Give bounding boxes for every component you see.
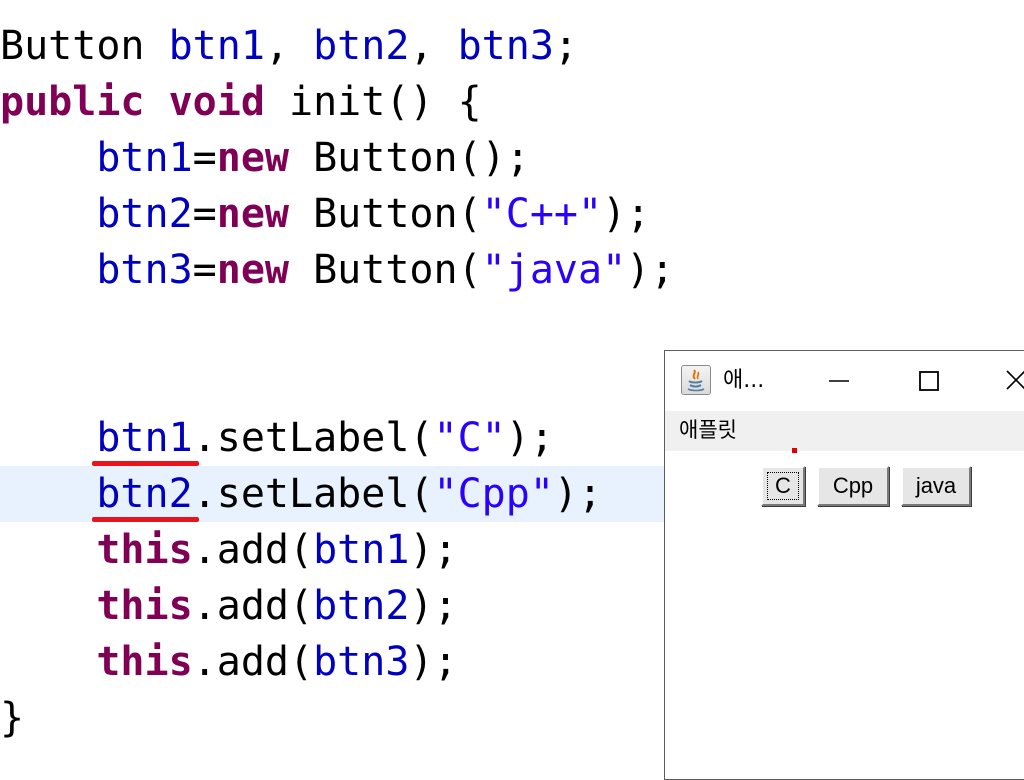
keyword-token: public <box>0 79 145 125</box>
field-token: btn1 <box>313 527 410 573</box>
title-bar[interactable]: 애... <box>665 351 1024 411</box>
code-line-3: btn1=new Button(); <box>0 130 1024 186</box>
string-token: "C" <box>433 415 506 461</box>
field-token: btn2 <box>313 23 410 69</box>
maximize-icon[interactable] <box>909 361 949 401</box>
button-cpp[interactable]: Cpp <box>817 466 889 506</box>
button-java[interactable]: java <box>901 466 971 506</box>
operator-token: = <box>192 247 217 293</box>
field-token: btn2 <box>313 583 410 629</box>
window-title: 애... <box>723 368 765 393</box>
keyword-token: new <box>216 135 289 181</box>
field-token: btn1 <box>96 135 193 181</box>
close-icon[interactable] <box>997 361 1024 401</box>
keyword-token: new <box>216 247 289 293</box>
type-token: Button <box>0 23 169 69</box>
keyword-token: new <box>216 191 289 237</box>
punctuation-token: ); <box>602 191 651 237</box>
keyword-token: this <box>96 527 193 573</box>
code-line-2: public void init() { <box>0 74 1024 130</box>
operator-token: = <box>192 191 217 237</box>
method-token: init() { <box>264 79 482 125</box>
method-call-token: .add( <box>192 639 314 685</box>
status-text: 애플릿 <box>679 418 737 442</box>
applet-viewer-window[interactable]: 애... 애플릿 C Cpp java <box>664 350 1024 780</box>
method-call-token: .add( <box>192 527 314 573</box>
punctuation-token: ); <box>505 415 554 461</box>
button-c[interactable]: C <box>761 466 805 506</box>
string-token: "Cpp" <box>433 471 554 517</box>
java-icon[interactable] <box>681 365 711 395</box>
code-line-4: btn2=new Button("C++"); <box>0 186 1024 242</box>
code-line-1: Button btn1, btn2, btn3; <box>0 18 1024 74</box>
field-token: btn3 <box>96 247 193 293</box>
field-token: btn2 <box>96 191 193 237</box>
focus-ring <box>767 472 799 500</box>
field-token: btn3 <box>457 23 554 69</box>
string-token: "C++" <box>481 191 603 237</box>
field-token: btn1 <box>168 23 265 69</box>
code-token: Button(); <box>289 135 530 181</box>
field-token: btn3 <box>313 639 410 685</box>
code-token: Button( <box>289 191 482 237</box>
minimize-icon[interactable] <box>819 361 859 401</box>
punctuation-token: , <box>264 23 314 69</box>
keyword-token: this <box>96 583 193 629</box>
method-call-token: .setLabel( <box>192 471 434 517</box>
punctuation-token: ); <box>409 583 458 629</box>
keyword-token: this <box>96 639 193 685</box>
punctuation-token: , <box>409 23 458 69</box>
cursor-marker <box>792 448 797 453</box>
brace-token: } <box>0 695 25 741</box>
keyword-token: void <box>168 79 265 125</box>
punctuation-token: ); <box>626 247 675 293</box>
field-token-error-underlined[interactable]: btn2 <box>92 466 200 522</box>
code-token: Button( <box>289 247 482 293</box>
method-call-token: .add( <box>192 583 314 629</box>
punctuation-token: ); <box>409 639 458 685</box>
method-call-token: .setLabel( <box>192 415 434 461</box>
punctuation-token: ); <box>553 471 603 517</box>
field-token-error-underlined[interactable]: btn1 <box>92 410 200 466</box>
punctuation-token: ); <box>409 527 458 573</box>
punctuation-token: ; <box>553 23 578 69</box>
applet-status-bar: 애플릿 <box>665 411 1024 451</box>
string-token: "java" <box>481 247 627 293</box>
operator-token: = <box>192 135 217 181</box>
code-line-5: btn3=new Button("java"); <box>0 242 1024 298</box>
